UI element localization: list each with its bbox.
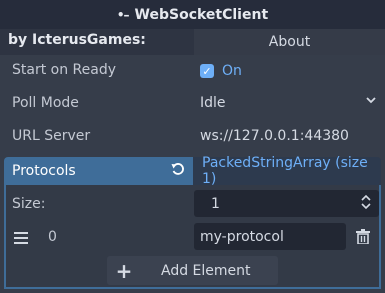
start-on-ready-label: Start on Ready <box>12 62 117 78</box>
plus-icon: + <box>115 258 133 283</box>
node-connection-icon: •– <box>116 7 130 22</box>
spin-arrows-icon[interactable] <box>361 193 371 213</box>
url-server-label: URL Server <box>12 128 91 144</box>
protocols-label: Protocols <box>12 163 76 179</box>
about-button[interactable]: About <box>194 29 385 55</box>
reset-icon[interactable] <box>171 162 185 180</box>
add-element-button[interactable]: + Add Element <box>107 256 278 285</box>
array-size-spinbox[interactable]: 1 <box>194 190 379 217</box>
about-button-label: About <box>268 34 311 50</box>
url-server-field[interactable]: ws://127.0.0.1:44380 <box>194 123 385 149</box>
start-on-ready-checkbox[interactable]: ✓ On <box>194 58 385 84</box>
element-index: 0 <box>48 229 57 245</box>
element-value: my-protocol <box>200 228 284 245</box>
poll-mode-value: Idle <box>200 95 226 111</box>
inspector-title: WebSocketClient <box>134 6 269 23</box>
chevron-down-icon <box>365 94 377 110</box>
protocols-property-header[interactable]: Protocols <box>4 157 193 185</box>
drag-handle-icon[interactable] <box>14 232 28 247</box>
start-on-ready-value: On <box>222 63 242 79</box>
element-value-field[interactable]: my-protocol <box>194 223 346 250</box>
author-label: by IcterusGames: <box>8 32 146 48</box>
url-server-value: ws://127.0.0.1:44380 <box>200 128 349 144</box>
trash-icon[interactable] <box>356 229 370 245</box>
add-element-label: Add Element <box>161 262 251 279</box>
array-size-value: 1 <box>211 195 220 212</box>
poll-mode-dropdown[interactable]: Idle <box>194 90 385 116</box>
checkbox-checked-icon: ✓ <box>200 64 214 78</box>
inspector-title-bar: •– WebSocketClient <box>0 0 385 29</box>
array-size-label: Size: <box>12 196 46 212</box>
packed-string-array-label: PackedStringArray (size 1) <box>202 155 368 187</box>
packed-string-array-toggle[interactable]: PackedStringArray (size 1) <box>193 155 381 187</box>
poll-mode-label: Poll Mode <box>12 95 79 111</box>
